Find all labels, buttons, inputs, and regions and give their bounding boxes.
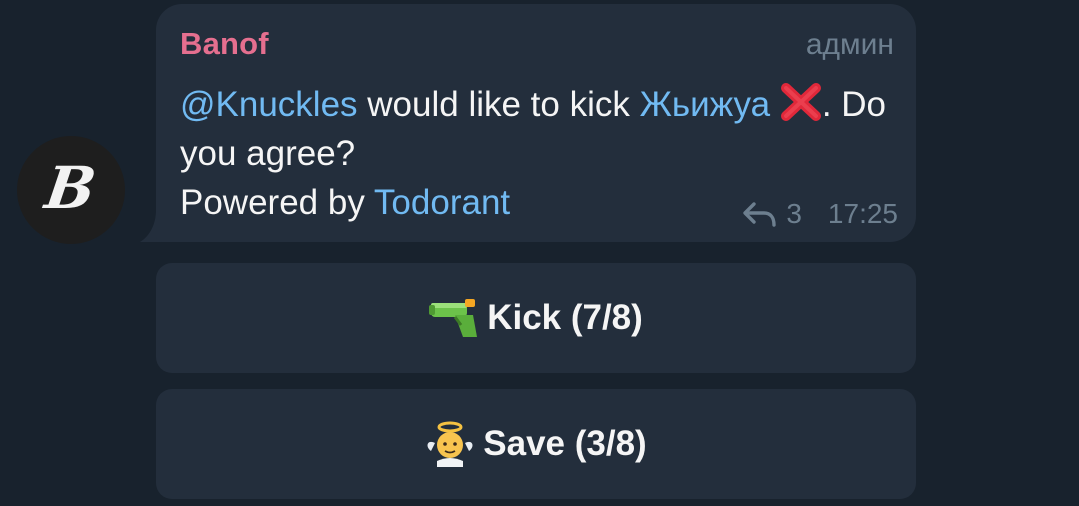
save-button-label: Save (3/8) [483, 424, 647, 463]
message-meta: 3 17:25 [742, 198, 898, 230]
mention-link[interactable]: @Knuckles [180, 85, 358, 124]
message-bubble[interactable]: Banof админ @Knuckles would like to kick… [156, 4, 916, 242]
reply-arrow-icon [743, 202, 777, 227]
powered-by-label: Powered by [180, 183, 374, 222]
target-user-link[interactable]: Жьижуа [640, 85, 770, 124]
reply-count: 3 [786, 198, 802, 229]
save-button[interactable]: Save (3/8) [156, 389, 916, 499]
kick-button[interactable]: Kick (7/8) [156, 263, 916, 373]
avatar-letter: B [41, 154, 101, 222]
cross-mark-icon [780, 83, 821, 121]
baby-angel-icon [427, 421, 473, 467]
message-text-middle: would like to kick [357, 85, 640, 124]
admin-badge: админ [805, 28, 894, 61]
message-time: 17:25 [827, 198, 898, 229]
kick-button-label: Kick (7/8) [487, 298, 643, 337]
water-pistol-icon [429, 299, 478, 337]
sender-avatar[interactable]: B [17, 136, 125, 244]
sender-name[interactable]: Banof [180, 26, 269, 62]
todorant-link[interactable]: Todorant [374, 183, 510, 222]
chat-view: B Banof админ @Knuckles would like to ki… [0, 0, 1079, 506]
